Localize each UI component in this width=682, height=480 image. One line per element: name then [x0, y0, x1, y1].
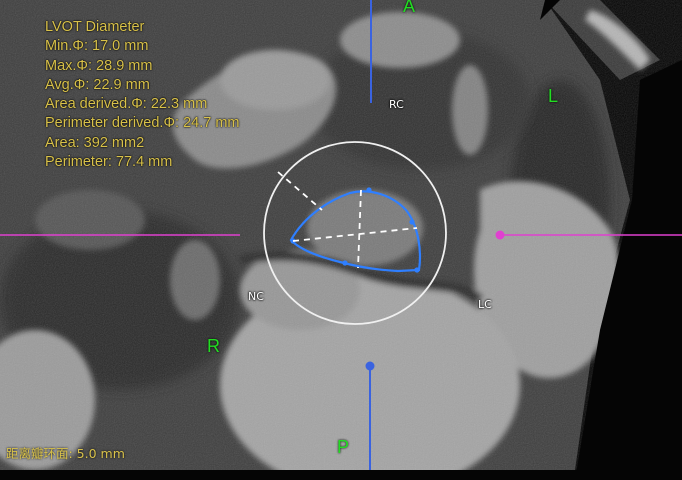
distance-to-annulus-label: 距离瓣环面: 5.0 mm	[6, 446, 125, 461]
max-diameter-value: Max.Φ: 28.9 mm	[45, 57, 153, 74]
measurement-title: LVOT Diameter	[45, 19, 145, 35]
cusp-label-rc: RC	[389, 98, 404, 111]
orientation-posterior: P	[337, 437, 350, 457]
perimeter-derived-diameter-value: Perimeter derived.Φ: 24.7 mm	[45, 115, 240, 132]
vertical-crosshair-handle[interactable]	[365, 361, 375, 371]
cusp-label-nc: NC	[248, 290, 264, 303]
contour-point[interactable]	[342, 260, 348, 266]
contour-point[interactable]	[366, 187, 372, 193]
cusp-label-lc: LC	[478, 298, 492, 311]
orientation-right: R	[207, 336, 220, 356]
horizontal-crosshair-handle[interactable]	[495, 230, 505, 240]
orientation-left: L	[548, 86, 559, 106]
orientation-anterior: A	[403, 0, 416, 16]
area-value: Area: 392 mm2	[45, 134, 145, 151]
contour-point[interactable]	[414, 267, 420, 273]
avg-diameter-value: Avg.Φ: 22.9 mm	[45, 76, 150, 93]
min-diameter-value: Min.Φ: 17.0 mm	[45, 38, 149, 55]
ct-viewport[interactable]: LVOT Diameter Min.Φ: 17.0 mm Max.Φ: 28.9…	[0, 0, 682, 480]
contour-point[interactable]	[409, 219, 415, 225]
perimeter-value: Perimeter: 77.4 mm	[45, 154, 173, 171]
measurement-panel: LVOT Diameter Min.Φ: 17.0 mm Max.Φ: 28.9…	[45, 18, 240, 172]
black-margin-bottom	[0, 470, 682, 480]
area-derived-diameter-value: Area derived.Φ: 22.3 mm	[45, 96, 208, 113]
